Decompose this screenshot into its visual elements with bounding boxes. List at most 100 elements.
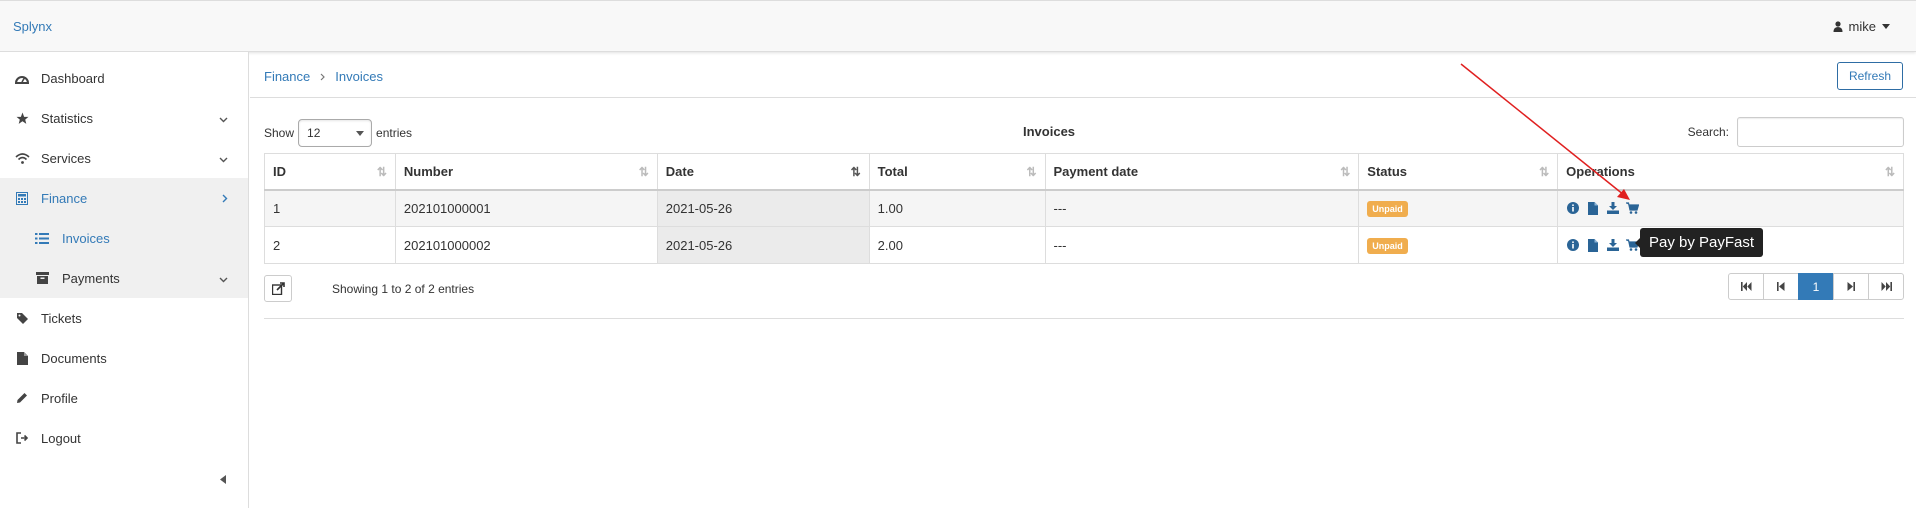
cell-total: 2.00	[868, 226, 1046, 264]
brand-link[interactable]: Splynx	[13, 19, 52, 34]
archive-icon	[34, 270, 50, 286]
sidebar-item-label: Logout	[41, 430, 81, 446]
user-name: mike	[1848, 19, 1876, 34]
tooltip: Pay by PayFast	[1634, 228, 1764, 257]
sidebar-item-payments[interactable]: Payments	[0, 258, 248, 298]
download-icon[interactable]	[1606, 239, 1619, 252]
sort-icon: ⇅	[638, 165, 649, 179]
cell-operations	[1557, 189, 1904, 227]
sidebar-item-label: Payments	[62, 270, 120, 286]
cell-date: 2021-05-26	[656, 226, 870, 264]
last-page-icon	[1881, 282, 1892, 291]
sidebar-item-label: Finance	[41, 190, 88, 206]
chevron-down-icon	[219, 151, 228, 166]
breadcrumb-finance[interactable]: Finance	[264, 69, 310, 84]
last-page-button[interactable]	[1868, 273, 1904, 300]
sidebar-item-label: Statistics	[41, 110, 94, 126]
status-badge: Unpaid	[1367, 200, 1408, 217]
cell-number: 202101000001	[394, 189, 658, 227]
column-header-status[interactable]: Status ⇅	[1358, 153, 1559, 191]
sidebar-item-label: Documents	[41, 350, 107, 366]
export-button[interactable]	[264, 275, 292, 302]
sidebar-item-invoices[interactable]: Invoices	[0, 218, 248, 258]
pagination: 1	[1728, 273, 1904, 300]
chevron-down-icon	[219, 111, 228, 126]
first-page-button[interactable]	[1728, 273, 1764, 300]
caret-down-icon	[356, 131, 365, 136]
column-header-total[interactable]: Total ⇅	[868, 153, 1046, 191]
status-badge: Unpaid	[1367, 237, 1408, 254]
pencil-icon	[14, 390, 30, 406]
sidebar-item-logout[interactable]: Logout	[0, 418, 248, 458]
entries-label: entries	[376, 126, 413, 140]
show-label: Show	[264, 126, 295, 140]
cell-status: Unpaid	[1358, 226, 1559, 264]
logout-icon	[14, 430, 30, 446]
column-header-id[interactable]: ID ⇅	[264, 153, 396, 191]
breadcrumb-bar: Finance Invoices Refresh	[250, 52, 1916, 98]
sort-icon: ⇅	[1884, 165, 1895, 179]
wifi-icon	[14, 150, 30, 166]
entries-length-control: Show 12 entries	[264, 119, 412, 147]
sidebar-item-label: Tickets	[41, 310, 82, 326]
sidebar-item-services[interactable]: Services	[0, 138, 248, 178]
page-button-current[interactable]: 1	[1798, 273, 1834, 300]
cell-number: 202101000002	[394, 226, 658, 264]
list-icon	[34, 230, 50, 246]
breadcrumb: Finance Invoices	[264, 69, 383, 84]
table-row: 1 202101000001 2021-05-26 1.00 --- Unpai…	[264, 189, 1904, 227]
cell-payment-date: ---	[1044, 189, 1360, 227]
sort-desc-icon: ⇅	[850, 165, 861, 179]
info-icon[interactable]	[1566, 239, 1579, 252]
entries-select[interactable]: 12	[298, 119, 373, 147]
calculator-icon	[14, 190, 30, 206]
breadcrumb-invoices[interactable]: Invoices	[335, 69, 383, 84]
sidebar-item-label: Profile	[41, 390, 78, 406]
entries-select-value: 12	[307, 126, 321, 140]
cart-icon[interactable]	[1626, 202, 1640, 215]
info-icon[interactable]	[1566, 202, 1579, 215]
sidebar-item-finance[interactable]: Finance	[0, 178, 248, 218]
sidebar-item-documents[interactable]: Documents	[0, 338, 248, 378]
column-header-operations: Operations ⇅	[1557, 153, 1904, 191]
column-header-date[interactable]: Date ⇅	[656, 153, 870, 191]
collapse-sidebar-icon[interactable]	[220, 472, 226, 487]
cell-payment-date: ---	[1044, 226, 1360, 264]
cell-total: 1.00	[868, 189, 1046, 227]
top-navbar: Splynx mike	[0, 0, 1916, 52]
sidebar-item-profile[interactable]: Profile	[0, 378, 248, 418]
user-menu[interactable]: mike	[1833, 19, 1890, 34]
refresh-button[interactable]: Refresh	[1836, 62, 1903, 90]
view-pdf-icon[interactable]	[1586, 238, 1599, 252]
cell-id: 2	[264, 226, 396, 264]
download-icon[interactable]	[1606, 202, 1619, 215]
chevron-right-icon	[320, 70, 326, 84]
sidebar-item-tickets[interactable]: Tickets	[0, 298, 248, 338]
cell-status: Unpaid	[1358, 189, 1559, 227]
view-pdf-icon[interactable]	[1586, 201, 1599, 215]
column-header-payment-date[interactable]: Payment date ⇅	[1044, 153, 1360, 191]
first-page-icon	[1740, 282, 1751, 291]
sort-icon: ⇅	[376, 165, 387, 179]
star-icon	[14, 110, 30, 126]
divider	[264, 318, 1904, 319]
user-icon	[1833, 21, 1843, 32]
tag-icon	[14, 310, 30, 326]
sort-icon: ⇅	[1539, 165, 1550, 179]
cell-date: 2021-05-26	[656, 189, 870, 227]
export-icon	[271, 282, 285, 295]
column-header-number[interactable]: Number ⇅	[394, 153, 658, 191]
search-control: Search:	[1688, 117, 1904, 147]
previous-page-button[interactable]	[1763, 273, 1799, 300]
file-icon	[14, 350, 30, 366]
previous-page-icon	[1777, 282, 1785, 291]
chevron-right-icon	[222, 191, 228, 206]
sidebar-item-label: Services	[41, 150, 91, 166]
search-input[interactable]	[1737, 117, 1904, 147]
next-page-button[interactable]	[1833, 273, 1869, 300]
sidebar-item-dashboard[interactable]: Dashboard	[0, 58, 248, 98]
sidebar-item-statistics[interactable]: Statistics	[0, 98, 248, 138]
search-label: Search:	[1687, 125, 1729, 139]
table-header-row: ID ⇅ Number ⇅ Date ⇅ Total ⇅ Payment date ⇅ S…	[264, 153, 1904, 191]
chevron-down-icon	[219, 271, 228, 286]
